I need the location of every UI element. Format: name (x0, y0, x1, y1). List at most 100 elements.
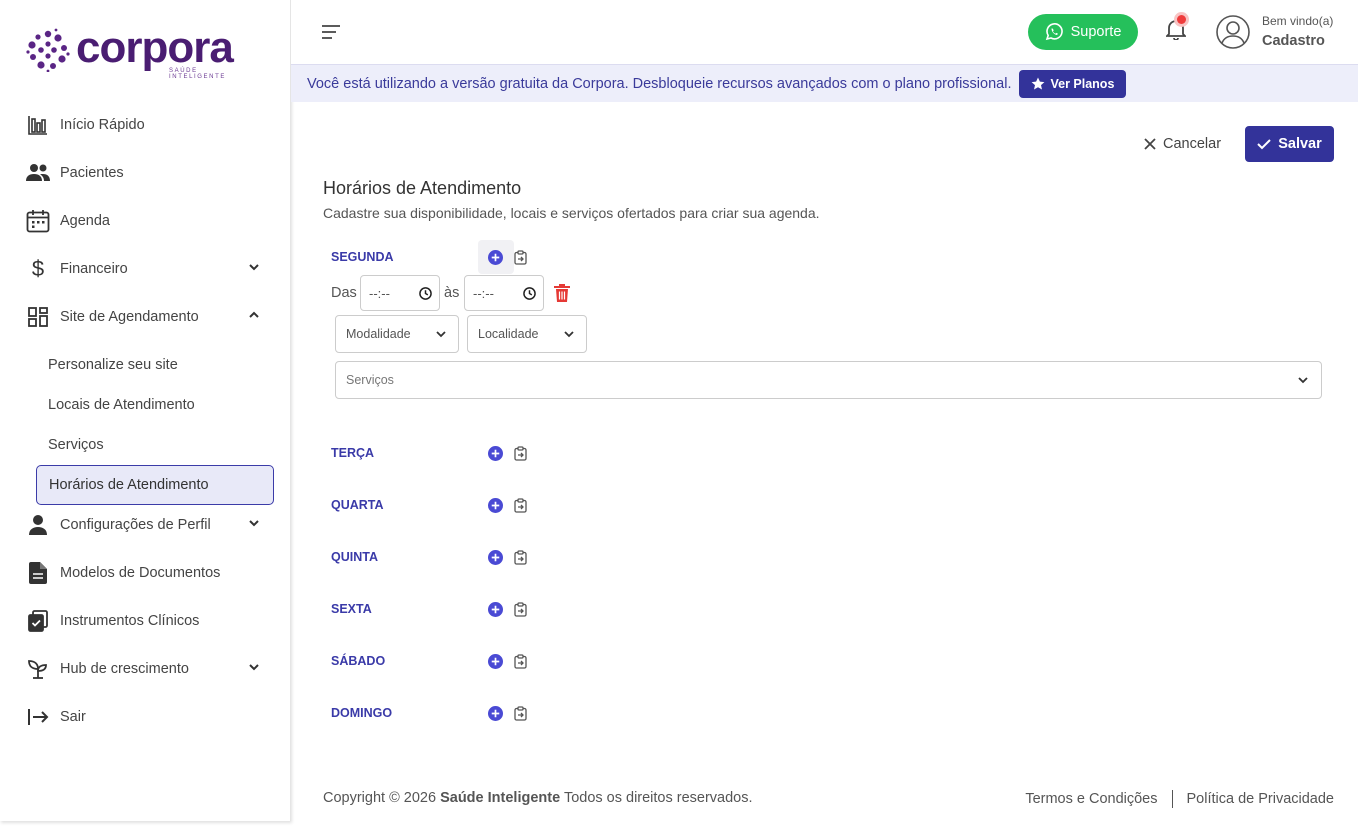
brand-logo[interactable]: corpora SAÚDE INTELIGENTE (26, 23, 234, 80)
copyright: Copyright © 2026 Saúde Inteligente Todos… (323, 790, 753, 806)
check-icon (1257, 139, 1271, 150)
whatsapp-icon (1045, 23, 1063, 41)
copy-icon[interactable] (514, 706, 527, 721)
day-label-sexta: SEXTA (331, 602, 372, 616)
sidebar-item-hub-crescimento[interactable]: Hub de crescimento (26, 649, 276, 689)
to-label: às (444, 285, 460, 301)
logo-mark-icon (26, 28, 70, 72)
save-label: Salvar (1278, 136, 1322, 152)
copy-icon[interactable] (514, 550, 527, 565)
sidebar-item-label: Financeiro (60, 261, 128, 277)
location-select[interactable]: Localidade (467, 315, 587, 353)
save-button[interactable]: Salvar (1245, 126, 1334, 162)
copy-icon[interactable] (514, 250, 527, 265)
sidebar-item-configuracoes-perfil[interactable]: Configurações de Perfil (26, 505, 276, 545)
end-time-input[interactable]: --:-- (464, 275, 544, 311)
start-time-input[interactable]: --:-- (360, 275, 440, 311)
day-label-quarta: QUARTA (331, 498, 384, 512)
brand-tagline: SAÚDE INTELIGENTE (169, 68, 226, 80)
upgrade-banner: Você está utilizando a versão gratuita d… (291, 64, 1358, 102)
sidebar-item-label: Sair (60, 709, 86, 725)
topbar: Suporte Bem vindo(a) Cadastro (291, 0, 1358, 64)
chevron-down-icon (1298, 377, 1308, 384)
sidebar-item-agenda[interactable]: Agenda (26, 201, 276, 241)
sidebar-item-instrumentos-clinicos[interactable]: Instrumentos Clínicos (26, 601, 276, 641)
sidebar-item-label: Pacientes (60, 165, 124, 181)
add-slot-icon[interactable] (488, 550, 503, 565)
sidebar-item-label: Modelos de Documentos (60, 565, 221, 581)
copyright-rights: Todos os direitos reservados. (563, 790, 753, 806)
subitem-horarios-atendimento[interactable]: Horários de Atendimento (36, 465, 274, 505)
sidebar-item-financeiro[interactable]: $ Financeiro (26, 249, 276, 289)
chevron-down-icon (249, 520, 259, 527)
copy-icon[interactable] (514, 498, 527, 513)
cancel-label: Cancelar (1163, 136, 1222, 152)
sidebar-item-label: Site de Agendamento (60, 309, 199, 325)
copy-icon[interactable] (514, 446, 527, 461)
sidebar-item-sair[interactable]: Sair (26, 697, 276, 737)
add-slot-icon[interactable] (488, 602, 503, 617)
support-button[interactable]: Suporte (1028, 14, 1138, 50)
calendar-icon (26, 209, 50, 233)
copy-icon[interactable] (514, 654, 527, 669)
copyright-company: Saúde Inteligente (440, 790, 561, 806)
bar-chart-icon (26, 113, 50, 137)
services-placeholder: Serviços (346, 373, 394, 387)
subitem-locais-atendimento[interactable]: Locais de Atendimento (48, 397, 195, 413)
day-label-domingo: DOMINGO (331, 706, 393, 720)
trash-icon[interactable] (554, 284, 570, 302)
chevron-up-icon (249, 311, 259, 318)
page-title: Horários de Atendimento (323, 178, 522, 198)
privacy-link[interactable]: Política de Privacidade (1187, 791, 1335, 807)
chevron-down-icon (249, 664, 259, 671)
sidebar-item-label: Instrumentos Clínicos (60, 613, 200, 629)
sidebar-item-label: Hub de crescimento (60, 661, 189, 677)
add-slot-icon[interactable] (488, 250, 503, 265)
services-select[interactable]: Serviços (335, 361, 1322, 399)
sidebar-item-inicio-rapido[interactable]: Início Rápido (26, 105, 276, 145)
grid-icon (26, 305, 50, 329)
day-label-terca: TERÇA (331, 446, 375, 460)
day-label-segunda: SEGUNDA (331, 250, 394, 264)
users-icon (26, 161, 50, 185)
sidebar-item-modelos-documentos[interactable]: Modelos de Documentos (26, 553, 276, 593)
footer-links: Termos e Condições Política de Privacida… (1025, 790, 1334, 808)
welcome-text: Bem vindo(a) (1262, 14, 1334, 28)
avatar-icon[interactable] (1216, 15, 1250, 49)
sidebar-item-label: Início Rápido (60, 117, 145, 133)
add-slot-icon[interactable] (488, 498, 503, 513)
modality-select[interactable]: Modalidade (335, 315, 459, 353)
copy-icon[interactable] (514, 602, 527, 617)
end-time-value: --:-- (473, 285, 494, 301)
close-icon (1144, 138, 1156, 150)
footer-divider (1171, 790, 1173, 808)
subitem-label: Horários de Atendimento (49, 477, 209, 493)
user-name: Cadastro (1262, 33, 1325, 49)
brand-name: corpora (76, 23, 234, 72)
notification-badge (1177, 15, 1186, 24)
dollar-icon: $ (31, 256, 45, 281)
modality-value: Modalidade (346, 327, 411, 341)
view-plans-button[interactable]: Ver Planos (1019, 69, 1127, 98)
chevron-down-icon (436, 331, 446, 338)
clipboard-check-icon (26, 609, 50, 633)
day-label-quinta: QUINTA (331, 550, 378, 564)
add-slot-icon[interactable] (488, 706, 503, 721)
from-label: Das (331, 285, 357, 301)
sidebar-item-label: Configurações de Perfil (60, 517, 211, 533)
chevron-down-icon (249, 264, 259, 271)
add-slot-icon[interactable] (488, 446, 503, 461)
user-icon (26, 513, 50, 537)
star-icon (1032, 77, 1045, 89)
add-slot-icon[interactable] (488, 654, 503, 669)
sidebar-item-pacientes[interactable]: Pacientes (26, 153, 276, 193)
sidebar: corpora SAÚDE INTELIGENTE Início Rápido … (0, 0, 291, 821)
subitem-personalize-site[interactable]: Personalize seu site (48, 357, 178, 373)
cancel-button[interactable]: Cancelar (1144, 136, 1221, 152)
terms-link[interactable]: Termos e Condições (1025, 791, 1157, 807)
subitem-servicos[interactable]: Serviços (48, 437, 104, 453)
banner-text: Você está utilizando a versão gratuita d… (307, 75, 1012, 92)
sidebar-item-site-de-agendamento[interactable]: Site de Agendamento (26, 297, 276, 337)
menu-toggle-icon[interactable] (321, 24, 341, 40)
sprout-icon (26, 657, 50, 681)
